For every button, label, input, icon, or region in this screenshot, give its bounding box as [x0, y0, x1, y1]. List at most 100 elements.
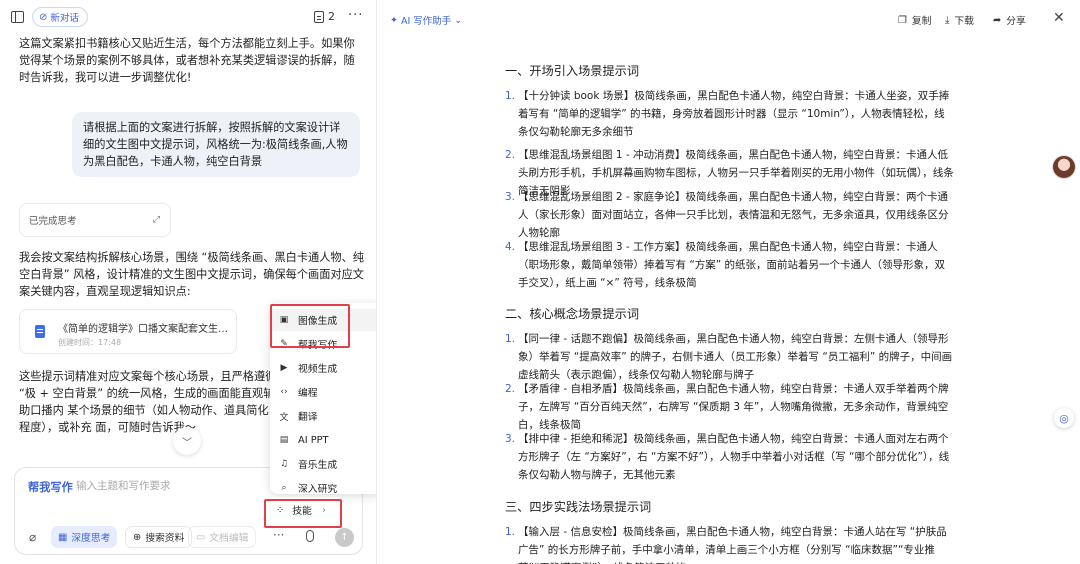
list-item: 1. 【输入层 - 信息安检】极简线条画，黑白配色卡通人物，纯空白背景：卡通人站…: [505, 523, 955, 564]
translate-icon: 文: [279, 412, 289, 423]
skills-button[interactable]: ⁘ 技能 ›: [270, 497, 340, 523]
ai-writer-label: AI 写作助手: [400, 16, 452, 27]
chevron-down-icon: ⌄: [454, 14, 463, 26]
download-label: 下载: [954, 16, 974, 27]
menu-item-code[interactable]: ‹› 编程: [270, 381, 376, 403]
share-icon: ➦: [993, 14, 1002, 26]
copy-label: 复制: [911, 16, 932, 27]
copy-icon: ❐: [898, 14, 907, 26]
menu-item-label: 音乐生成: [298, 460, 338, 471]
floating-assistant-button[interactable]: ◎: [1054, 408, 1074, 428]
list-number: 1.: [505, 526, 516, 538]
document-card-time: 创建时间：17:48: [58, 338, 122, 347]
assistant-avatar[interactable]: [1052, 155, 1076, 179]
menu-item-writing[interactable]: ✎ 帮我写作: [270, 333, 376, 355]
doc-edit-icon: ▭: [196, 531, 206, 543]
code-icon: ‹›: [280, 387, 288, 397]
menu-item-translate[interactable]: 文 翻译: [270, 405, 376, 427]
skills-label: 技能: [292, 506, 312, 517]
assistant-message-reply: 我会按文案结构拆解核心场景，围绕 “极简线条画、黑白卡通人物、纯空白背景” 风格…: [19, 251, 364, 298]
search-button[interactable]: ⊕ 搜索资料: [125, 526, 193, 548]
section-title: 三、四步实践法场景提示词: [505, 500, 652, 514]
close-icon[interactable]: ✕: [1053, 10, 1065, 26]
sidebar-toggle-icon[interactable]: [11, 11, 24, 23]
image-gen-icon: ▣: [279, 315, 289, 325]
chevron-down-icon: ﹀: [182, 437, 192, 449]
new-chat-label: 新对话: [50, 13, 79, 24]
assistant-logo-icon: ◎: [1059, 411, 1069, 425]
document-panel: ✦ AI 写作助手 ⌄ ❐ 复制 ⤓ 下载 ➦ 分享 ✕ 一、开场引入场景提示词…: [378, 0, 1080, 564]
send-button[interactable]: ↑: [335, 528, 354, 547]
doc-edit-label: 文档编辑: [209, 533, 249, 544]
research-icon: ⌕: [281, 483, 287, 493]
list-item-text: 【输入层 - 信息安检】极简线条画，黑白配色卡通人物，纯空白背景：卡通人站在写 …: [518, 526, 947, 564]
chat-topbar: ⊘ 新对话 2 ···: [0, 0, 376, 36]
list-item: 3. 【思维混乱场景组图 2 - 家庭争论】极简线条画，黑白配色卡通人物，纯空白…: [505, 188, 955, 242]
user-message: 请根据上面的文案进行拆解，按照拆解的文案设计详细的文生图中文提示词，风格统一为:…: [72, 112, 360, 177]
list-number: 1.: [505, 333, 516, 345]
section-title: 二、核心概念场景提示词: [505, 307, 640, 321]
list-item: 3. 【排中律 - 拒绝和稀泥】极简线条画，黑白配色卡通人物，纯空白背景：卡通人…: [505, 430, 955, 484]
share-label: 分享: [1006, 16, 1026, 27]
new-chat-button[interactable]: ⊘ 新对话: [32, 7, 88, 27]
thinking-label: 已完成思考: [29, 216, 77, 227]
sparkle-icon: ✦: [390, 14, 398, 26]
doc-edit-button[interactable]: ▭ 文档编辑: [188, 526, 257, 548]
writing-icon: ✎: [280, 339, 288, 349]
deep-think-button[interactable]: ▦ 深度思考: [51, 526, 118, 548]
list-item: 2. 【矛盾律 - 自相矛盾】极简线条画，黑白配色卡通人物，纯空白背景：卡通人双…: [505, 380, 955, 434]
list-item: 4. 【思维混乱场景组图 3 - 工作方案】极简线条画，黑白配色卡通人物，纯空白…: [505, 238, 955, 292]
menu-item-music-gen[interactable]: ♫ 音乐生成: [270, 453, 376, 475]
ai-writer-dropdown[interactable]: ✦ AI 写作助手 ⌄: [390, 13, 463, 28]
download-button[interactable]: ⤓ 下载: [945, 13, 974, 28]
list-number: 2.: [505, 149, 516, 161]
list-item-text: 【思维混乱场景组图 3 - 工作方案】极简线条画，黑白配色卡通人物，纯空白背景：…: [518, 241, 946, 289]
chevron-right-icon: ›: [322, 504, 326, 516]
ppt-icon: ▤: [279, 435, 289, 445]
list-item: 1. 【十分钟读 book 场景】极简线条画，黑白配色卡通人物，纯空白背景：卡通…: [505, 87, 955, 141]
assistant-message-intro: 这篇文案紧扣书籍核心又贴近生活，每个方法都能立刻上手。如果你觉得某个场景的案例不…: [19, 37, 355, 84]
microphone-icon[interactable]: [306, 530, 314, 542]
menu-item-video-gen[interactable]: ▶ 视频生成: [270, 357, 376, 379]
document-file-icon: [35, 325, 45, 338]
new-chat-icon: ⊘: [39, 11, 48, 23]
attach-icon[interactable]: ⌀: [29, 530, 36, 544]
list-item: 1. 【同一律 - 话题不跑偏】极简线条画，黑白配色卡通人物，纯空白背景：左侧卡…: [505, 330, 955, 384]
skills-menu: ▣ 图像生成 ✎ 帮我写作 ▶ 视频生成 ‹› 编程 文 翻译 ▤ AI PPT…: [270, 303, 376, 494]
menu-item-ppt[interactable]: ▤ AI PPT: [270, 429, 376, 451]
menu-item-research[interactable]: ⌕ 深入研究: [270, 477, 376, 494]
document-count: 2: [328, 10, 335, 23]
document-count-button[interactable]: 2: [314, 10, 335, 23]
menu-item-label: AI PPT: [298, 434, 329, 446]
thinking-status[interactable]: 已完成思考 ⤢: [19, 203, 171, 237]
menu-item-label: 图像生成: [298, 316, 338, 327]
menu-item-label: 帮我写作: [298, 340, 338, 351]
assistant-message-tail: 这些提示词精准对应文案每个核心场景，且严格遵循 “极 + 空白背景” 的统一风格…: [19, 370, 277, 434]
skills-grid-icon: ⁘: [276, 504, 285, 516]
list-item-text: 【矛盾律 - 自相矛盾】极简线条画，黑白配色卡通人物，纯空白背景：卡通人双手举着…: [518, 383, 949, 431]
list-number: 4.: [505, 241, 516, 253]
list-number: 1.: [505, 90, 516, 102]
more-options-icon[interactable]: ···: [348, 8, 363, 23]
composer-mode-label[interactable]: 帮我写作: [28, 479, 73, 495]
menu-item-label: 编程: [298, 388, 318, 399]
copy-button[interactable]: ❐ 复制: [898, 13, 932, 28]
menu-item-image-gen[interactable]: ▣ 图像生成: [270, 309, 376, 331]
list-item-text: 【排中律 - 拒绝和稀泥】极简线条画，黑白配色卡通人物，纯空白背景：卡通人面对左…: [518, 433, 950, 481]
expand-icon[interactable]: ⤢: [153, 215, 160, 225]
download-icon: ⤓: [945, 14, 950, 26]
deep-think-label: 深度思考: [71, 533, 111, 544]
list-item-text: 【思维混乱场景组图 2 - 家庭争论】极简线条画，黑白配色卡通人物，纯空白背景：…: [518, 191, 949, 239]
document-icon: [314, 10, 324, 23]
document-card-title: 《简单的逻辑学》口播文案配套文生图提...: [58, 324, 230, 335]
video-gen-icon: ▶: [280, 363, 288, 373]
scroll-down-button[interactable]: ﹀: [173, 427, 201, 455]
section-title: 一、开场引入场景提示词: [505, 64, 640, 78]
share-button[interactable]: ➦ 分享: [993, 13, 1026, 28]
more-skills-icon[interactable]: ···: [273, 528, 284, 542]
chat-panel: ⊘ 新对话 2 ··· 这篇文案紧扣书籍核心又贴近生活，每个方法都能立刻上手。如…: [0, 0, 377, 564]
list-number: 3.: [505, 191, 516, 203]
arrow-up-icon: ↑: [340, 532, 349, 543]
document-card[interactable]: 《简单的逻辑学》口播文案配套文生图提... 创建时间：17:48: [19, 309, 237, 354]
search-label: 搜索资料: [145, 533, 185, 544]
